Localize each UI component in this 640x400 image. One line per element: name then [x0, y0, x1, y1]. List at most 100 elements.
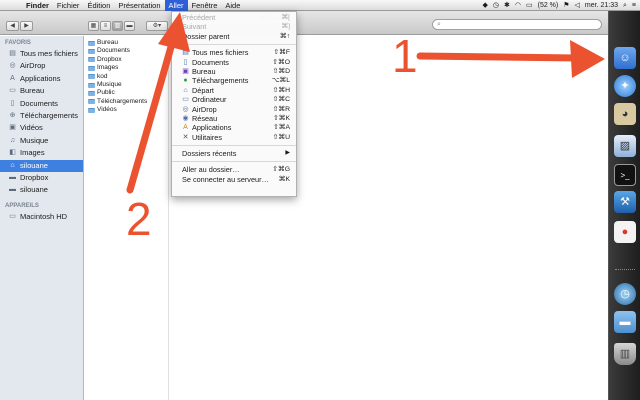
- back-button[interactable]: ◀: [6, 21, 19, 31]
- menu-edition[interactable]: Édition: [83, 0, 114, 11]
- aller-dropdown-menu: Précédent ⌘[ Suivant ⌘] Dossier parent ⌘↑ ▤…: [171, 11, 297, 197]
- menu-item-bureau[interactable]: ▣ Bureau ⇧⌘D: [172, 67, 296, 76]
- safari-icon[interactable]: ✦: [614, 75, 636, 97]
- sidebar-item-silouane-folder[interactable]: ▬ silouane: [0, 184, 83, 196]
- preview-icon[interactable]: ▨: [614, 135, 636, 157]
- window-toolbar: silouane ◀ ▶ ▦ ≡ ▥ ▬ ⚙▾ ⌕: [0, 11, 608, 35]
- sidebar-item-documents[interactable]: ▯ Documents: [0, 98, 83, 110]
- menu-separator: [172, 145, 296, 147]
- menu-item-dossiers-recents[interactable]: Dossiers récents ▶: [172, 149, 296, 158]
- terminal-icon[interactable]: >_: [614, 164, 636, 186]
- gimp-icon[interactable]: ◕: [614, 103, 636, 125]
- airdrop-icon: ◎: [9, 62, 16, 70]
- menu-item-applications[interactable]: A Applications ⇧⌘A: [172, 123, 296, 132]
- folder-icon: [88, 91, 95, 97]
- list-view-button[interactable]: ≡: [100, 21, 111, 31]
- menu-finder[interactable]: Finder: [22, 0, 53, 11]
- icon-view-button[interactable]: ▦: [88, 21, 99, 31]
- menu-item-aller-au-dossier[interactable]: Aller au dossier… ⇧⌘G: [172, 165, 296, 174]
- menu-item-suivant[interactable]: Suivant ⌘]: [172, 22, 296, 31]
- menu-item-tous-mes-fichiers[interactable]: ▤ Tous mes fichiers ⇧⌘F: [172, 48, 296, 57]
- clock-text[interactable]: mer. 21:33: [585, 0, 618, 11]
- battery-icon[interactable]: ▭: [526, 0, 533, 11]
- trash-icon[interactable]: ▥: [614, 343, 636, 365]
- movies-icon: ▣: [9, 124, 16, 132]
- folder-icon: [88, 82, 95, 88]
- menu-aller[interactable]: Aller: [164, 0, 188, 11]
- downloads-icon: ●: [183, 77, 188, 85]
- sidebar-item-dropbox[interactable]: ▬ Dropbox: [0, 172, 83, 184]
- sidebar-item-bureau[interactable]: ▭ Bureau: [0, 85, 83, 97]
- coverflow-view-button[interactable]: ▬: [124, 21, 135, 31]
- menu-item-telechargements[interactable]: ● Téléchargements ⌥⌘L: [172, 76, 296, 85]
- spotlight-icon[interactable]: ⌕: [623, 0, 627, 11]
- menu-item-dossier-parent[interactable]: Dossier parent ⌘↑: [172, 32, 296, 41]
- sidebar-item-macintosh-hd[interactable]: ▭ Macintosh HD: [0, 211, 83, 223]
- menu-item-documents[interactable]: ▯ Documents ⇧⌘O: [172, 58, 296, 67]
- list-item[interactable]: Musique: [85, 81, 168, 89]
- list-item[interactable]: Vidéos: [85, 106, 168, 114]
- list-item[interactable]: Public: [85, 89, 168, 97]
- list-icon[interactable]: ≡: [632, 0, 636, 11]
- sidebar-item-applications[interactable]: A Applications: [0, 73, 83, 85]
- dock: ☺ ✦ ◕ ▨ >_ ⚒ ● ◷ ▬ ▥: [608, 11, 640, 400]
- volume-icon[interactable]: ◁: [575, 0, 580, 11]
- list-item[interactable]: Bureau: [85, 39, 168, 47]
- sidebar-item-downloads[interactable]: ⊕ Téléchargements: [0, 110, 83, 122]
- desktop-icon: ▭: [9, 87, 16, 95]
- folder-icon: [88, 40, 95, 46]
- menu-item-airdrop[interactable]: ◎ AirDrop ⇧⌘R: [172, 105, 296, 114]
- sidebar-item-home[interactable]: ⌂ silouane: [0, 159, 83, 172]
- menu-item-precedent[interactable]: Précédent ⌘[: [172, 13, 296, 22]
- menu-item-se-connecter[interactable]: Se connecter au serveur… ⌘K: [172, 175, 296, 184]
- dropbox-icon[interactable]: ◆: [483, 0, 488, 11]
- sidebar-item-all-files[interactable]: ▤ Tous mes fichiers: [0, 48, 83, 60]
- finder-window: silouane ◀ ▶ ▦ ≡ ▥ ▬ ⚙▾ ⌕ FAVORIS ▤Tous …: [0, 11, 608, 400]
- sidebar-item-music[interactable]: ♫ Musique: [0, 135, 83, 147]
- time-machine-icon[interactable]: ◷: [614, 283, 636, 305]
- sidebar-item-images[interactable]: ◧ Images: [0, 147, 83, 159]
- list-item[interactable]: Téléchargements: [85, 98, 168, 106]
- home-icon: ⌂: [183, 86, 188, 94]
- list-item[interactable]: Dropbox: [85, 56, 168, 64]
- folder-icon: ▬: [9, 186, 16, 194]
- xcode-icon[interactable]: ⚒: [614, 191, 636, 213]
- search-icon: ⌕: [437, 21, 441, 28]
- list-item[interactable]: Documents: [85, 47, 168, 55]
- sidebar-item-airdrop[interactable]: ◎ AirDrop: [0, 60, 83, 72]
- column-view-button[interactable]: ▥: [112, 21, 123, 31]
- sidebar-item-videos[interactable]: ▣ Vidéos: [0, 122, 83, 134]
- search-input[interactable]: ⌕: [432, 19, 602, 30]
- menu-item-depart[interactable]: ⌂ Départ ⇧⌘H: [172, 86, 296, 95]
- menu-fenetre[interactable]: Fenêtre: [188, 0, 222, 11]
- menu-presentation[interactable]: Présentation: [114, 0, 164, 11]
- music-icon: ♫: [9, 136, 16, 144]
- desktop-icon: ▣: [182, 67, 189, 75]
- menu-aide[interactable]: Aide: [221, 0, 244, 11]
- pictures-icon: ◧: [9, 149, 16, 157]
- downloads-icon: ⊕: [9, 111, 16, 119]
- finder-icon[interactable]: ☺: [614, 47, 636, 69]
- menu-fichier[interactable]: Fichier: [53, 0, 84, 11]
- bluetooth-icon[interactable]: ✱: [504, 0, 510, 11]
- computer-icon: ▭: [182, 96, 189, 104]
- list-item[interactable]: Images: [85, 64, 168, 72]
- sidebar-favorites-header: FAVORIS: [5, 40, 31, 46]
- forward-button[interactable]: ▶: [20, 21, 33, 31]
- folder-icon: [88, 99, 95, 105]
- menu-item-ordinateur[interactable]: ▭ Ordinateur ⇧⌘C: [172, 95, 296, 104]
- menu-item-utilitaires[interactable]: ✕ Utilitaires ⇧⌘U: [172, 133, 296, 142]
- applications-icon: A: [10, 74, 15, 82]
- clock-status-icon[interactable]: ◷: [493, 0, 499, 11]
- menu-item-reseau[interactable]: ◉ Réseau ⇧⌘K: [172, 114, 296, 123]
- folder-stack-icon[interactable]: ▬: [614, 311, 636, 333]
- submenu-arrow-icon: ▶: [285, 150, 290, 157]
- menu-separator: [172, 161, 296, 163]
- action-button[interactable]: ⚙▾: [146, 21, 168, 31]
- wifi-icon[interactable]: ◠: [515, 0, 521, 11]
- app-red-icon[interactable]: ●: [614, 221, 636, 243]
- list-item[interactable]: kod: [85, 73, 168, 81]
- flag-icon[interactable]: ⚑: [563, 0, 569, 11]
- battery-text[interactable]: (52 %): [538, 0, 559, 11]
- status-area: ◆ ◷ ✱ ◠ ▭ (52 %) ⚑ ◁ mer. 21:33 ⌕ ≡: [483, 0, 637, 11]
